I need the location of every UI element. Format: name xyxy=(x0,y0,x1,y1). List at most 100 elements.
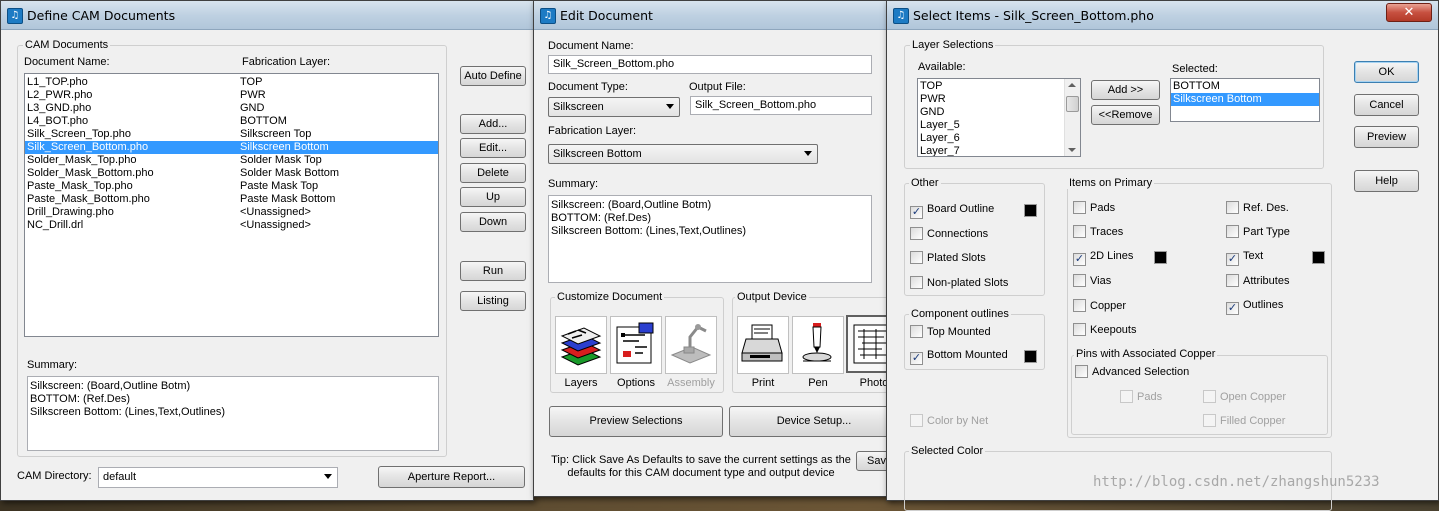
up-button[interactable]: Up xyxy=(460,187,526,207)
filled-copper-label: Filled Copper xyxy=(1220,415,1286,427)
close-button[interactable]: ✕ xyxy=(1386,3,1432,22)
fabrication-layer-header: Fabrication Layer: xyxy=(242,56,331,68)
cam-document-row[interactable]: L2_PWR.pho PWR xyxy=(25,89,438,102)
preview-selections-button[interactable]: Preview Selections xyxy=(549,406,723,437)
traces-checkbox[interactable]: Traces xyxy=(1073,225,1123,238)
document-name-field[interactable]: Silk_Screen_Bottom.pho xyxy=(548,55,872,74)
text-checkbox[interactable]: ✓ Text xyxy=(1226,250,1263,266)
scroll-thumb[interactable] xyxy=(1066,96,1079,112)
copper-checkbox[interactable]: Copper xyxy=(1073,299,1126,312)
pads-checkbox[interactable]: Pads xyxy=(1073,201,1115,214)
open-copper-label: Open Copper xyxy=(1220,391,1287,403)
available-layer-item[interactable]: Layer_6 xyxy=(918,132,1080,145)
fabrication-layer-select[interactable]: Silkscreen Bottom xyxy=(548,144,818,164)
layers-button[interactable] xyxy=(555,316,607,374)
scroll-up-icon xyxy=(1068,83,1076,87)
aperture-report-button[interactable]: Aperture Report... xyxy=(378,466,525,488)
device-setup-button[interactable]: Device Setup... xyxy=(729,406,899,437)
document-name-cell: L2_PWR.pho xyxy=(27,89,93,101)
cam-document-row[interactable]: L3_GND.pho GND xyxy=(25,102,438,115)
attributes-checkbox[interactable]: Attributes xyxy=(1226,274,1289,287)
non-plated-slots-checkbox[interactable]: Non-plated Slots xyxy=(910,276,1008,289)
preview-button[interactable]: Preview xyxy=(1354,126,1419,148)
cam-document-row[interactable]: NC_Drill.drl <Unassigned> xyxy=(25,219,438,232)
remove-layer-button[interactable]: <<Remove xyxy=(1091,105,1160,125)
add-button[interactable]: Add... xyxy=(460,114,526,134)
keepouts-checkbox[interactable]: Keepouts xyxy=(1073,323,1136,336)
cancel-button[interactable]: Cancel xyxy=(1354,94,1419,116)
listing-button[interactable]: Listing xyxy=(460,291,526,311)
available-layers-list[interactable]: TOP PWR GND Layer_5 Layer_6 Layer_7 xyxy=(917,78,1081,157)
plated-slots-checkbox[interactable]: Plated Slots xyxy=(910,251,986,264)
available-layer-item[interactable]: Layer_7 xyxy=(918,145,1080,156)
cam-document-row[interactable]: L1_TOP.pho TOP xyxy=(25,76,438,89)
cam-document-row[interactable]: Paste_Mask_Bottom.pho Paste Mask Bottom xyxy=(25,193,438,206)
cam-document-row[interactable]: Solder_Mask_Bottom.pho Solder Mask Bottom xyxy=(25,167,438,180)
edit-document-titlebar[interactable]: ♫ Edit Document xyxy=(534,1,894,30)
print-button[interactable] xyxy=(737,316,789,374)
connections-checkbox[interactable]: Connections xyxy=(910,227,988,240)
cam-document-row[interactable]: Drill_Drawing.pho <Unassigned> xyxy=(25,206,438,219)
text-color-swatch[interactable] xyxy=(1312,251,1325,264)
advanced-selection-checkbox[interactable]: Advanced Selection xyxy=(1075,365,1189,378)
delete-button[interactable]: Delete xyxy=(460,163,526,183)
bottom-mounted-checkbox[interactable]: ✓ Bottom Mounted xyxy=(910,349,1008,365)
edit-button[interactable]: Edit... xyxy=(460,138,526,158)
part-type-checkbox[interactable]: Part Type xyxy=(1226,225,1290,238)
connections-label: Connections xyxy=(927,228,989,240)
available-layer-item[interactable]: TOP xyxy=(918,80,1080,93)
vias-checkbox[interactable]: Vias xyxy=(1073,274,1111,287)
bottom-mounted-color-swatch[interactable] xyxy=(1024,350,1037,363)
available-layer-item[interactable]: Layer_5 xyxy=(918,119,1080,132)
cam-document-row[interactable]: Silk_Screen_Bottom.pho Silkscreen Bottom xyxy=(25,141,438,154)
fabrication-layer-cell: Silkscreen Top xyxy=(240,128,312,140)
options-button[interactable] xyxy=(610,316,662,374)
document-name-cell: Paste_Mask_Bottom.pho xyxy=(27,193,150,205)
select-items-titlebar[interactable]: ♫ Select Items - Silk_Screen_Bottom.pho … xyxy=(887,1,1438,30)
cam-directory-select[interactable]: default xyxy=(98,467,338,488)
cam-document-row[interactable]: Paste_Mask_Top.pho Paste Mask Top xyxy=(25,180,438,193)
app-icon: ♫ xyxy=(7,8,23,24)
pen-button[interactable] xyxy=(792,316,844,374)
layers-label: Layers xyxy=(564,377,598,389)
selected-color-label: Selected Color xyxy=(909,445,986,457)
checkbox-box xyxy=(1226,225,1239,238)
2d-lines-checkbox[interactable]: ✓ 2D Lines xyxy=(1073,250,1133,266)
document-type-select[interactable]: Silkscreen xyxy=(548,97,680,117)
available-layer-item[interactable]: PWR xyxy=(918,93,1080,106)
fabrication-layer-cell: GND xyxy=(240,102,265,114)
run-button[interactable]: Run xyxy=(460,261,526,281)
pen-label: Pen xyxy=(808,377,828,389)
help-button[interactable]: Help xyxy=(1354,170,1419,192)
add-layer-button[interactable]: Add >> xyxy=(1091,80,1160,100)
cam-documents-list[interactable]: L1_TOP.pho TOP L2_PWR.pho PWR L3_GND.pho GND L… xyxy=(24,73,439,337)
pads-label: Pads xyxy=(1090,202,1116,214)
cam-document-row[interactable]: L4_BOT.pho BOTTOM xyxy=(25,115,438,128)
selected-layer-item[interactable]: BOTTOM xyxy=(1171,80,1319,93)
document-name-cell: Drill_Drawing.pho xyxy=(27,206,114,218)
cam-document-row[interactable]: Solder_Mask_Top.pho Solder Mask Top xyxy=(25,154,438,167)
ok-button[interactable]: OK xyxy=(1354,61,1419,83)
checkbox-box xyxy=(910,414,923,427)
layers-icon xyxy=(560,327,602,366)
auto-define-button[interactable]: Auto Define xyxy=(460,66,526,86)
checkbox-box xyxy=(1075,365,1088,378)
top-mounted-checkbox[interactable]: Top Mounted xyxy=(910,325,991,338)
chevron-down-icon xyxy=(324,474,332,479)
available-scrollbar[interactable] xyxy=(1064,79,1080,156)
define-cam-titlebar[interactable]: ♫ Define CAM Documents xyxy=(1,1,533,30)
board-outline-color-swatch[interactable] xyxy=(1024,204,1037,217)
available-layer-item[interactable]: GND xyxy=(918,106,1080,119)
2d-lines-color-swatch[interactable] xyxy=(1154,251,1167,264)
selected-layer-item[interactable]: Silkscreen Bottom xyxy=(1171,93,1319,106)
advanced-selection-label: Advanced Selection xyxy=(1092,366,1190,378)
outlines-checkbox[interactable]: ✓ Outlines xyxy=(1226,299,1283,315)
chevron-down-icon xyxy=(666,104,674,109)
top-mounted-label: Top Mounted xyxy=(927,326,991,338)
output-file-field[interactable]: Silk_Screen_Bottom.pho xyxy=(690,96,872,115)
ref-des-checkbox[interactable]: Ref. Des. xyxy=(1226,201,1289,214)
selected-layers-list[interactable]: BOTTOM Silkscreen Bottom xyxy=(1170,78,1320,122)
board-outline-checkbox[interactable]: ✓ Board Outline xyxy=(910,203,994,219)
down-button[interactable]: Down xyxy=(460,212,526,232)
cam-document-row[interactable]: Silk_Screen_Top.pho Silkscreen Top xyxy=(25,128,438,141)
